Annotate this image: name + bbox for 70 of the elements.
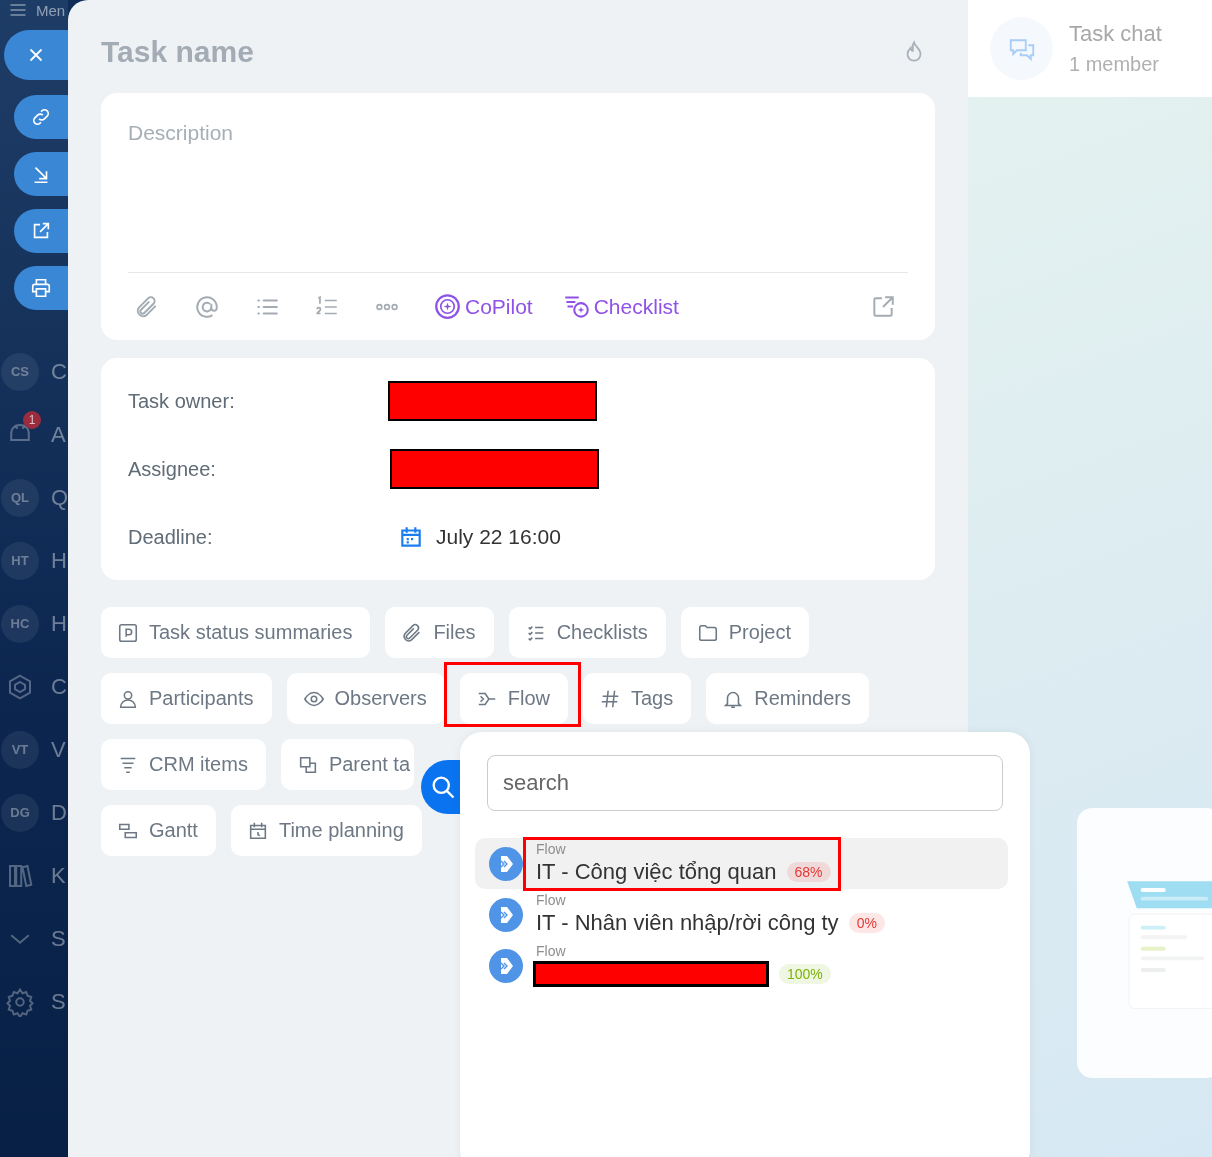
section-chip[interactable]: Parent ta [280, 739, 415, 790]
flow-item[interactable]: Flow 100% [475, 940, 1008, 991]
item-type: Flow [536, 839, 567, 856]
flow-icon [489, 897, 523, 932]
sidebar-label[interactable]: H [51, 610, 67, 637]
avatar[interactable]: DG [1, 793, 39, 832]
section-chip[interactable]: Files [385, 607, 494, 658]
sidebar-label[interactable]: S [51, 925, 66, 952]
notification-badge: 1 [23, 411, 41, 429]
section-chip[interactable]: CRM items [101, 739, 266, 790]
deadline-value[interactable]: July 22 16:00 [436, 525, 561, 549]
flow-icon [489, 948, 523, 983]
status-icon [117, 621, 139, 644]
flow-icon [489, 846, 523, 881]
progress-badge: 68% [786, 861, 831, 882]
close-button[interactable] [4, 30, 68, 80]
section-chip[interactable]: Reminders [706, 673, 869, 724]
item-type: Flow [536, 941, 567, 958]
section-chip[interactable]: Participants [101, 673, 272, 724]
section-chip[interactable]: Project [680, 607, 809, 658]
section-chip[interactable]: Gantt [101, 805, 216, 856]
sparkle-list-icon [562, 293, 590, 321]
avatar[interactable]: HT [1, 541, 39, 580]
sidebar-label[interactable]: Q [51, 484, 68, 511]
menu-label: Men [36, 1, 66, 19]
sparkle-circle-icon [434, 293, 461, 321]
avatar[interactable]: VT [1, 730, 39, 769]
progress-badge: 0% [848, 912, 885, 933]
avatar[interactable]: QL [1, 478, 39, 517]
search-field[interactable]: search [487, 755, 1003, 811]
sidebar-label[interactable]: S [51, 988, 66, 1015]
calendar-icon[interactable] [398, 524, 424, 550]
copy-link-button[interactable] [14, 95, 68, 139]
section-chip[interactable]: Tags [583, 673, 692, 724]
sidebar-label[interactable]: C [51, 673, 67, 700]
download-button[interactable] [14, 152, 68, 196]
avatar[interactable]: HC [1, 604, 39, 643]
link-icon [30, 106, 52, 128]
sidebar-label[interactable]: D [51, 799, 67, 826]
app-icon[interactable] [5, 986, 35, 1017]
field-label: Deadline: [128, 525, 214, 549]
avatar[interactable]: CS [1, 352, 39, 391]
sidebar-label[interactable]: A [51, 421, 66, 448]
sidebar-label[interactable]: H [51, 547, 67, 574]
flow-name: IT - Nhân viên nhập/rời công ty [536, 909, 839, 936]
ai-tool-button[interactable]: Checklist [562, 293, 679, 321]
sidebar-label[interactable]: C [51, 358, 67, 385]
field-label: Assignee: [128, 457, 217, 481]
description-editor[interactable]: Description CoPilot Checklist [101, 93, 935, 340]
ai-tool-button[interactable]: CoPilot [434, 293, 533, 321]
member-count: 1 member [1069, 53, 1161, 76]
item-type: Flow [536, 890, 567, 907]
section-chip[interactable]: Checklists [508, 607, 666, 658]
section-chip[interactable]: Time planning [230, 805, 422, 856]
section-chip[interactable]: Observers [286, 673, 445, 724]
external-link-icon[interactable] [870, 293, 896, 320]
flow-name: IT - Công việc tổng quan [536, 858, 777, 885]
sidebar-label[interactable]: V [51, 736, 66, 763]
flow-item[interactable]: Flow IT - Nhân viên nhập/rời công ty 0% [475, 889, 1008, 940]
field-label: Task owner: [128, 389, 236, 413]
mention-icon[interactable] [194, 293, 220, 320]
flow-item[interactable]: Flow IT - Công việc tổng quan 68% [475, 838, 1008, 889]
sidebar-label[interactable]: K [51, 862, 66, 889]
print-button[interactable] [14, 266, 68, 310]
section-chip[interactable]: Task status summaries [101, 607, 371, 658]
section-chip[interactable]: Flow [459, 673, 568, 724]
open-external-button[interactable] [14, 209, 68, 253]
progress-badge: 100% [779, 963, 831, 984]
printer-icon [30, 277, 52, 299]
chat-title: Task chat [1069, 21, 1162, 47]
